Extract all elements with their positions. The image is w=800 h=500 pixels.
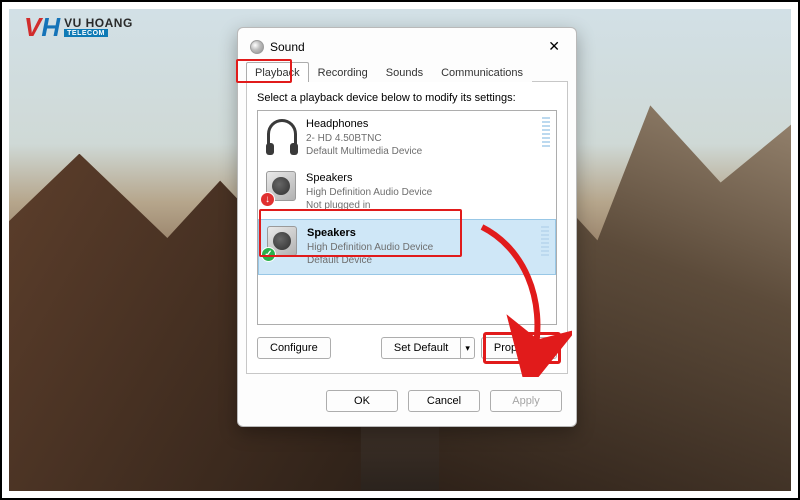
sound-icon [250,40,264,54]
watermark-logo: VH VU HOANG TELECOM [24,14,133,40]
tab-communications[interactable]: Communications [432,62,532,82]
set-default-button[interactable]: Set Default [381,337,460,359]
logo-mark: VH [24,14,60,40]
speaker-icon [266,171,298,203]
set-default-split-button[interactable]: Set Default ▾ [381,337,475,359]
device-headphones[interactable]: Headphones 2- HD 4.50BTNC Default Multim… [258,111,556,165]
device-name: Speakers [306,171,432,186]
headphones-icon [266,117,298,149]
ok-button[interactable]: OK [326,390,398,412]
tab-strip: Playback Recording Sounds Communications [238,61,576,81]
tab-sounds[interactable]: Sounds [377,62,432,82]
tab-recording[interactable]: Recording [309,62,377,82]
instruction-text: Select a playback device below to modify… [257,92,557,104]
titlebar[interactable]: Sound ✕ [238,28,576,61]
configure-button[interactable]: Configure [257,337,331,359]
annotation-arrow [462,217,572,377]
dialog-title: Sound [270,40,305,54]
device-subtitle: High Definition Audio Device [306,186,432,200]
highlight-selected-device [259,209,462,257]
close-button[interactable]: ✕ [542,36,566,57]
logo-text-line1: VU HOANG [64,17,133,29]
device-subtitle: 2- HD 4.50BTNC [306,132,422,146]
unplugged-badge-icon [260,192,275,207]
cancel-button[interactable]: Cancel [408,390,480,412]
apply-button[interactable]: Apply [490,390,562,412]
logo-text-line2: TELECOM [64,29,108,37]
dialog-footer-buttons: OK Cancel Apply [238,382,576,426]
device-status: Default Multimedia Device [306,145,422,159]
highlight-playback-tab [236,59,292,83]
screenshot-frame: VH VU HOANG TELECOM Sound ✕ Playback Rec… [0,0,800,500]
level-meter [542,117,550,149]
device-name: Headphones [306,117,422,132]
